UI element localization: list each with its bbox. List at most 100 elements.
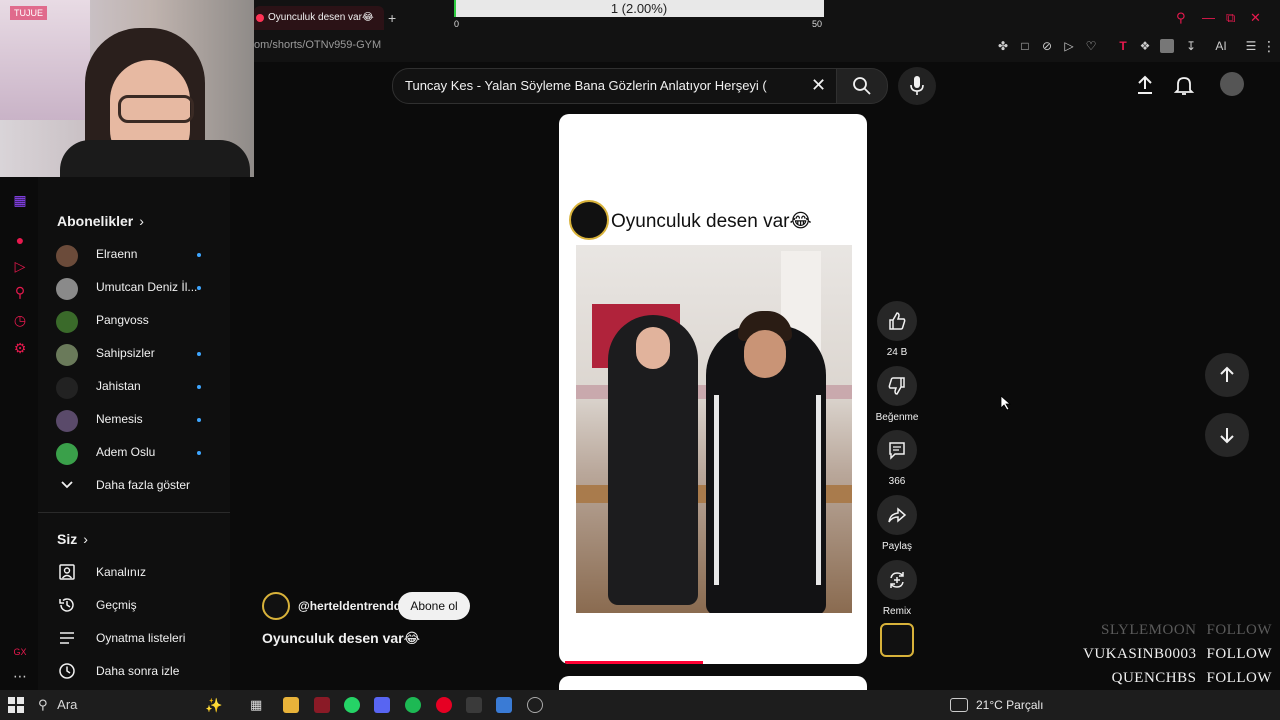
ai-icon[interactable]: AI bbox=[1208, 39, 1234, 53]
like-action[interactable]: 24 B bbox=[877, 301, 917, 358]
browser-tab[interactable]: Oyunculuk desen var😂 bbox=[254, 6, 384, 30]
video-frame[interactable] bbox=[576, 245, 852, 613]
file-explorer-icon[interactable] bbox=[283, 697, 299, 713]
video-progress-bar[interactable] bbox=[565, 661, 703, 664]
ai-label: AI bbox=[1215, 39, 1227, 53]
app-network-icon[interactable] bbox=[496, 697, 512, 713]
share-button[interactable] bbox=[877, 495, 917, 535]
new-content-dot bbox=[197, 418, 201, 422]
profile-thumb-icon[interactable] bbox=[1160, 39, 1174, 53]
pin-icon[interactable]: ✤ bbox=[996, 39, 1010, 53]
more-vert-icon[interactable]: ⋮ bbox=[1262, 39, 1276, 53]
extension-t-icon[interactable]: T bbox=[1116, 39, 1130, 53]
clear-search-icon[interactable]: ✕ bbox=[811, 75, 826, 96]
tab-favicon-icon bbox=[256, 14, 264, 22]
close-window-icon[interactable]: ✕ bbox=[1250, 10, 1261, 26]
heart-icon[interactable]: ♡ bbox=[1084, 39, 1098, 53]
search-input[interactable]: Tuncay Kes - Yalan Söyleme Bana Gözlerin… bbox=[405, 78, 775, 93]
shorts-video-player[interactable]: Oyunculuk desen var😂 bbox=[559, 114, 867, 664]
dislike-label: Beğenme bbox=[875, 412, 919, 423]
subscribe-button[interactable]: Abone ol bbox=[398, 592, 470, 620]
previous-short-button[interactable] bbox=[1205, 353, 1249, 397]
remix-button[interactable] bbox=[877, 560, 917, 600]
taskbar-search-icon: ⚲ bbox=[38, 697, 48, 712]
thumbs-down-icon bbox=[888, 377, 905, 395]
comments-action[interactable]: 366 bbox=[877, 430, 917, 487]
like-button[interactable] bbox=[877, 301, 917, 341]
new-content-dot bbox=[197, 352, 201, 356]
whatsapp-icon[interactable] bbox=[344, 697, 360, 713]
screenshot-icon[interactable]: □ bbox=[1018, 39, 1032, 53]
subscription-item[interactable]: Pangvoss bbox=[38, 304, 230, 337]
channel-avatar[interactable] bbox=[262, 592, 290, 620]
subscription-name: Sahipsizler bbox=[96, 346, 155, 360]
minimize-icon[interactable]: — bbox=[1202, 10, 1215, 25]
address-bar[interactable]: om/shorts/OTNv959-GYM bbox=[254, 39, 381, 51]
channel-name[interactable]: @herteldentrendd bbox=[298, 599, 401, 613]
follow-alert: VUKASINB0003 FOLLOW bbox=[1083, 646, 1272, 663]
search-button[interactable] bbox=[836, 68, 888, 104]
subscription-item[interactable]: Umutcan Deniz İl... bbox=[38, 271, 230, 304]
voice-search-button[interactable] bbox=[898, 67, 936, 105]
windows-start-icon[interactable] bbox=[8, 697, 24, 713]
comments-button[interactable] bbox=[877, 430, 917, 470]
more-horiz-icon[interactable]: ⋯ bbox=[11, 667, 29, 685]
history-icon bbox=[58, 596, 76, 614]
block-icon[interactable]: ⊘ bbox=[1040, 39, 1054, 53]
sidebar-item-history[interactable]: Geçmiş bbox=[38, 589, 230, 622]
zoom-icon[interactable]: ⚲ bbox=[1176, 10, 1186, 26]
maximize-icon[interactable]: ⧉ bbox=[1226, 10, 1235, 26]
discord-icon[interactable] bbox=[374, 697, 390, 713]
subscription-item[interactable]: Nemesis bbox=[38, 403, 230, 436]
menu-icon[interactable]: ☰ bbox=[1244, 39, 1258, 53]
search-box[interactable]: Tuncay Kes - Yalan Söyleme Bana Gözlerin… bbox=[392, 68, 838, 104]
subscriptions-heading[interactable]: Abonelikler › bbox=[57, 213, 144, 229]
next-short-button[interactable] bbox=[1205, 413, 1249, 457]
subscription-item[interactable]: Sahipsizler bbox=[38, 337, 230, 370]
sidebar-item-channel[interactable]: Kanalınız bbox=[38, 556, 230, 589]
sidebar-item-playlists[interactable]: Oynatma listeleri bbox=[38, 622, 230, 655]
follow-alert: QUENCHBS FOLLOW bbox=[1112, 670, 1272, 687]
play-icon[interactable]: ▷ bbox=[1062, 39, 1076, 53]
opera-gx-icon[interactable] bbox=[314, 697, 330, 713]
pinterest-icon[interactable] bbox=[436, 697, 452, 713]
twitch-icon[interactable]: ▦ bbox=[11, 191, 29, 209]
clock-icon[interactable]: ◷ bbox=[11, 311, 29, 329]
app-circle-icon[interactable] bbox=[527, 697, 543, 713]
widgets-icon[interactable] bbox=[950, 698, 968, 712]
goal-max-label: 50 bbox=[812, 19, 823, 29]
remix-icon bbox=[890, 572, 904, 588]
copilot-sparkle-icon[interactable]: ✨ bbox=[205, 697, 222, 713]
sound-thumbnail[interactable] bbox=[880, 623, 914, 657]
you-title: Siz bbox=[57, 531, 78, 547]
puzzle-icon[interactable]: ❖ bbox=[1138, 39, 1152, 53]
upload-icon[interactable] bbox=[1133, 73, 1157, 97]
settings-icon[interactable]: ⚙ bbox=[11, 339, 29, 357]
remix-action[interactable]: Remix bbox=[877, 560, 917, 617]
app-l-icon[interactable] bbox=[466, 697, 482, 713]
show-more-button[interactable]: Daha fazla göster bbox=[38, 469, 230, 502]
account-avatar[interactable] bbox=[1220, 72, 1244, 96]
task-view-icon[interactable]: ▦ bbox=[250, 697, 266, 713]
pin-outline-icon[interactable]: ⚲ bbox=[11, 283, 29, 301]
channel-avatar bbox=[56, 311, 78, 333]
dislike-button[interactable] bbox=[877, 366, 917, 406]
weather-widget[interactable]: 21°C Parçalı bbox=[976, 698, 1044, 712]
poster-tag: TUJUE bbox=[10, 6, 47, 20]
subscription-item[interactable]: Jahistan bbox=[38, 370, 230, 403]
subscription-item[interactable]: Adem Oslu bbox=[38, 436, 230, 469]
dislike-action[interactable]: Beğenme bbox=[876, 366, 918, 423]
record-icon[interactable]: ● bbox=[11, 231, 29, 249]
follow-alert: SLYLEMOON FOLLOW bbox=[1101, 622, 1272, 639]
you-heading[interactable]: Siz › bbox=[57, 531, 88, 547]
notifications-bell-icon[interactable] bbox=[1172, 73, 1196, 97]
subscription-item[interactable]: Elraenn bbox=[38, 238, 230, 271]
new-tab-button[interactable]: + bbox=[388, 10, 396, 26]
download-icon[interactable]: ↧ bbox=[1184, 39, 1198, 53]
sidebar-item-watch-later[interactable]: Daha sonra izle bbox=[38, 655, 230, 688]
taskbar-search[interactable]: ⚲ Ara bbox=[38, 697, 77, 713]
spotify-icon[interactable] bbox=[405, 697, 421, 713]
gx-icon[interactable]: GX bbox=[11, 643, 29, 661]
play-outline-icon[interactable]: ▷ bbox=[11, 257, 29, 275]
share-action[interactable]: Paylaş bbox=[877, 495, 917, 552]
